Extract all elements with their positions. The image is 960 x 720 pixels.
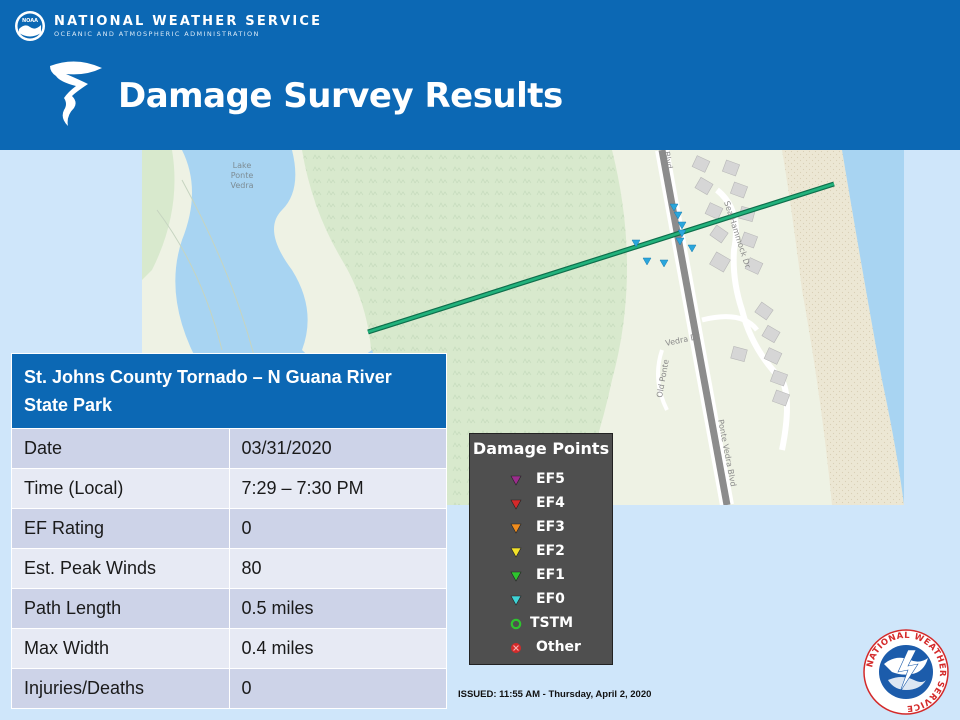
noaa-badge-text: NOAA — [22, 18, 38, 24]
summary-title: St. Johns County Tornado – N Guana River… — [11, 353, 447, 429]
legend-item-ef5: EF5 — [470, 468, 612, 492]
row-label-date: Date — [11, 428, 230, 469]
noaa-logo-icon: NOAA — [15, 11, 45, 41]
table-row: Time (Local) 7:29 – 7:30 PM — [11, 468, 447, 509]
table-row: Est. Peak Winds 80 — [11, 548, 447, 589]
summary-header-row: St. Johns County Tornado – N Guana River… — [11, 353, 447, 429]
row-value-injuries: 0 — [228, 668, 447, 709]
legend-label-ef3: EF3 — [536, 519, 565, 535]
legend-label-other: Other — [536, 639, 581, 655]
legend-title: Damage Points — [472, 439, 610, 458]
summary-table: St. Johns County Tornado – N Guana River… — [11, 353, 447, 709]
legend-label-ef1: EF1 — [536, 567, 565, 583]
legend-label-ef2: EF2 — [536, 543, 565, 559]
lake-label-1: Lake — [233, 161, 252, 170]
table-row: Date 03/31/2020 — [11, 428, 447, 469]
row-label-path-length: Path Length — [11, 588, 230, 629]
row-value-peak-winds: 80 — [228, 548, 447, 589]
triangle-down-icon — [510, 571, 522, 582]
legend-label-ef4: EF4 — [536, 495, 565, 511]
row-value-path-length: 0.5 miles — [228, 588, 447, 629]
row-label-max-width: Max Width — [11, 628, 230, 669]
legend-label-ef0: EF0 — [536, 591, 565, 607]
lake-label-2: Ponte — [231, 171, 254, 180]
header-banner: NOAA NATIONAL WEATHER SERVICE OCEANIC AN… — [0, 0, 960, 150]
legend-item-tstm: TSTM — [470, 612, 612, 636]
legend-label-tstm: TSTM — [530, 615, 574, 631]
row-label-time: Time (Local) — [11, 468, 230, 509]
triangle-down-icon — [510, 475, 522, 486]
nws-seal-icon: NATIONAL WEATHER SERVICE — [863, 629, 949, 715]
damage-points-legend: Damage Points EF5 EF4 EF3 EF2 EF1 EF0 TS… — [469, 433, 613, 665]
triangle-down-icon — [510, 595, 522, 606]
agency-branding: NOAA NATIONAL WEATHER SERVICE OCEANIC AN… — [14, 10, 322, 42]
legend-item-ef4: EF4 — [470, 492, 612, 516]
legend-item-ef0: EF0 — [470, 588, 612, 612]
page-title: Damage Survey Results — [118, 76, 563, 116]
row-label-ef-rating: EF Rating — [11, 508, 230, 549]
issued-timestamp: ISSUED: 11:55 AM - Thursday, April 2, 20… — [458, 689, 652, 700]
row-label-injuries: Injuries/Deaths — [11, 668, 230, 709]
triangle-down-icon — [510, 499, 522, 510]
triangle-down-icon — [510, 547, 522, 558]
legend-label-ef5: EF5 — [536, 471, 565, 487]
table-row: Max Width 0.4 miles — [11, 628, 447, 669]
row-value-time: 7:29 – 7:30 PM — [228, 468, 447, 509]
row-value-ef-rating: 0 — [228, 508, 447, 549]
agency-subtitle: OCEANIC AND ATMOSPHERIC ADMINISTRATION — [54, 29, 260, 38]
lake-label-3: Vedra — [230, 181, 253, 190]
table-row: Injuries/Deaths 0 — [11, 668, 447, 709]
row-value-date: 03/31/2020 — [228, 428, 447, 469]
legend-item-ef2: EF2 — [470, 540, 612, 564]
table-row: Path Length 0.5 miles — [11, 588, 447, 629]
row-value-max-width: 0.4 miles — [228, 628, 447, 669]
triangle-down-icon — [510, 523, 522, 534]
ring-icon — [510, 618, 522, 630]
table-row: EF Rating 0 — [11, 508, 447, 549]
row-label-peak-winds: Est. Peak Winds — [11, 548, 230, 589]
tornado-icon — [50, 61, 102, 126]
cross-circle-icon — [511, 643, 521, 653]
legend-item-ef1: EF1 — [470, 564, 612, 588]
legend-item-other: Other — [470, 636, 612, 660]
legend-item-ef3: EF3 — [470, 516, 612, 540]
agency-name: NATIONAL WEATHER SERVICE — [54, 13, 323, 29]
